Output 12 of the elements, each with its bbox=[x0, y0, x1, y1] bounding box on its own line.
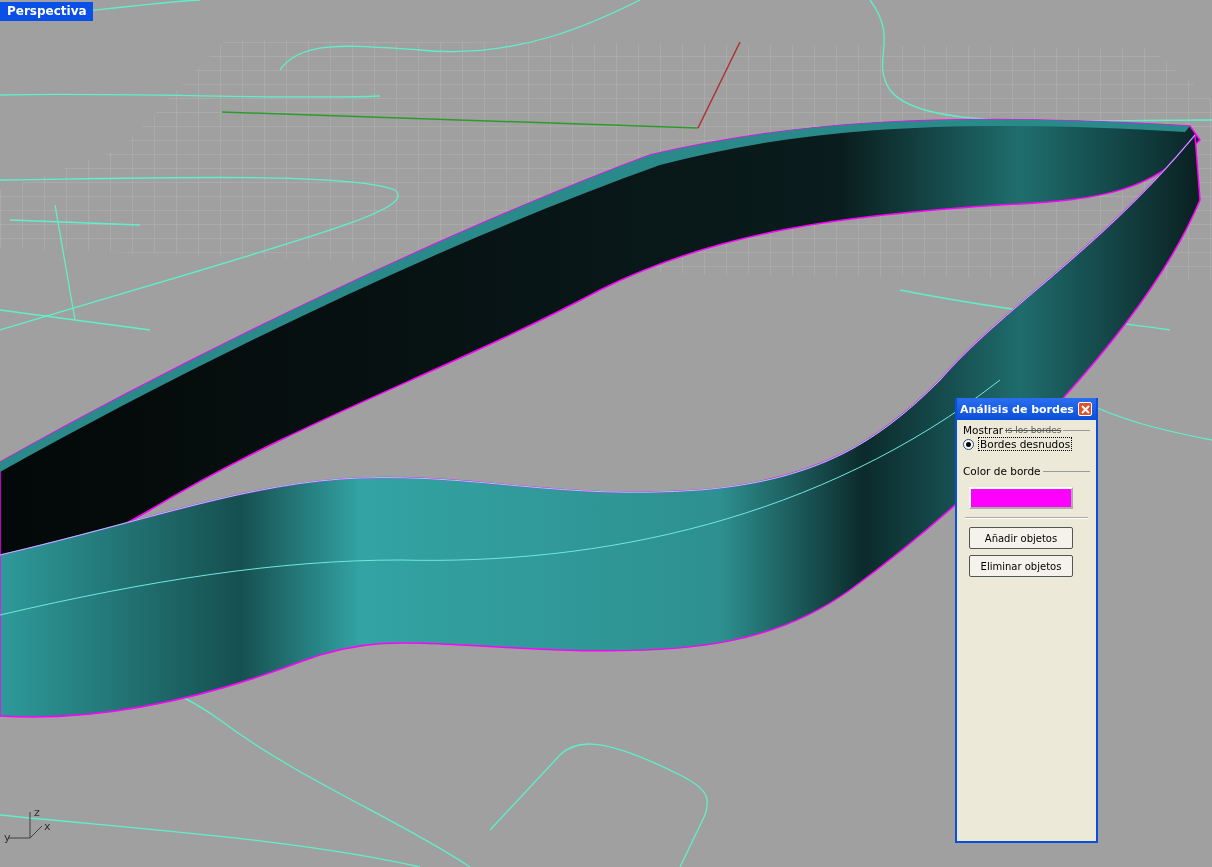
close-button[interactable] bbox=[1078, 402, 1092, 416]
axis-label: y bbox=[4, 831, 11, 844]
axis-label: x bbox=[44, 820, 51, 833]
action-button[interactable]: Eliminar objetos bbox=[969, 555, 1073, 577]
viewport-title[interactable]: Perspectiva bbox=[0, 2, 93, 21]
dialog-title: Análisis de bordes bbox=[960, 402, 1074, 416]
group-label: Mostrar bbox=[963, 424, 1004, 436]
action-button[interactable]: Añadir objetos bbox=[969, 527, 1073, 549]
section-label: Color de borde bbox=[963, 465, 1041, 477]
group-label-fragment: ıs los bordes bbox=[1005, 425, 1062, 435]
color-swatch[interactable] bbox=[969, 487, 1073, 509]
axis-label: z bbox=[34, 806, 40, 819]
